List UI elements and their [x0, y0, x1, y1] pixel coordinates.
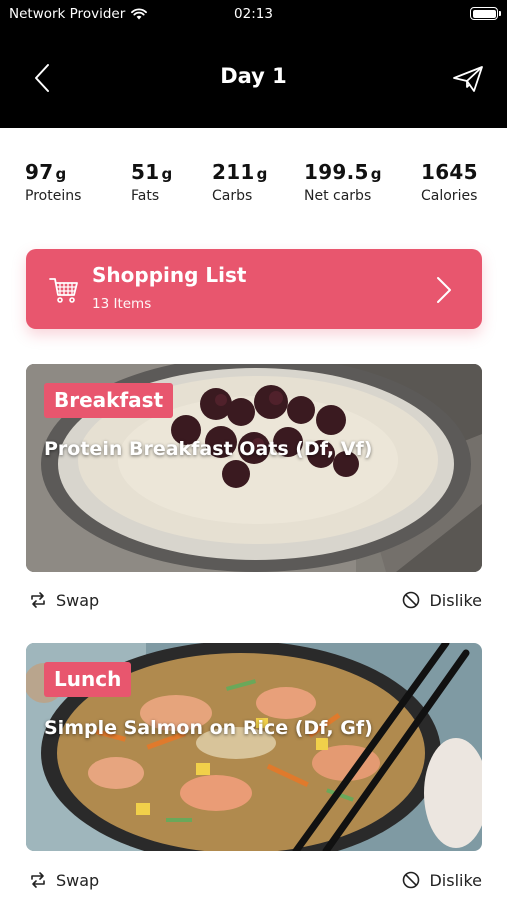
macro-value: 199.5	[304, 160, 369, 184]
meal-tag: Lunch	[44, 662, 132, 697]
meal-card-lunch[interactable]: Lunch Simple Salmon on Rice (Df, Gf)	[26, 643, 482, 851]
swap-icon	[31, 872, 45, 888]
status-time: 02:13	[234, 6, 273, 22]
meal-card-breakfast[interactable]: Breakfast Protein Breakfast Oats (Df, Vf…	[26, 364, 482, 572]
macro-unit: g	[55, 165, 67, 183]
block-icon	[403, 591, 420, 609]
macro-value: 211	[212, 160, 255, 184]
nav-bar: Day 1	[0, 48, 507, 108]
swap-button[interactable]: Swap	[28, 870, 99, 890]
shopping-list-card[interactable]: Shopping List 13 Items	[26, 249, 482, 329]
swap-button[interactable]: Swap	[28, 590, 99, 610]
macro-unit: g	[161, 165, 173, 183]
macro-calories: 1645 Calories	[421, 160, 478, 204]
chevron-right-icon	[437, 277, 451, 303]
macro-value: 1645	[421, 160, 478, 184]
shopping-list-title: Shopping List	[92, 263, 247, 287]
dislike-button[interactable]: Dislike	[401, 870, 482, 890]
macro-unit: g	[256, 165, 268, 183]
page-title: Day 1	[220, 64, 287, 88]
macro-label: Carbs	[212, 188, 253, 204]
swap-label: Swap	[56, 870, 100, 890]
block-icon	[403, 871, 420, 889]
macro-label: Proteins	[25, 188, 82, 204]
meal-actions-lunch: Swap Dislike	[26, 870, 482, 900]
swap-label: Swap	[56, 590, 100, 610]
battery-icon	[470, 7, 501, 20]
macro-value: 51	[131, 160, 160, 184]
meal-title: Protein Breakfast Oats (Df, Vf)	[44, 438, 373, 460]
macro-fats: 51 g Fats	[131, 160, 172, 204]
macro-label: Calories	[421, 188, 478, 204]
meal-tag: Breakfast	[44, 383, 174, 418]
macros-summary: 97 g Proteins 51 g Fats 211 g Carbs 199.5 g …	[25, 160, 483, 212]
top-bar: Network Provider 02:13 Day 1	[0, 0, 507, 128]
macro-label: Fats	[131, 188, 160, 204]
status-bar: Network Provider 02:13	[0, 0, 507, 28]
macro-proteins: 97 g Proteins	[25, 160, 81, 204]
share-button[interactable]	[451, 62, 485, 96]
macro-carbs: 211 g Carbs	[212, 160, 268, 204]
macro-net-carbs: 199.5 g Net carbs	[304, 160, 382, 204]
dislike-label: Dislike	[429, 590, 482, 610]
dislike-label: Dislike	[429, 870, 482, 890]
shopping-cart-icon	[49, 278, 78, 303]
macro-value: 97	[25, 160, 54, 184]
send-icon	[453, 66, 483, 92]
macro-label: Net carbs	[304, 188, 372, 204]
shopping-list-count: 13 Items	[92, 296, 152, 312]
swap-icon	[31, 592, 45, 608]
meal-actions-breakfast: Swap Dislike	[26, 590, 482, 620]
macro-unit: g	[370, 165, 382, 183]
dislike-button[interactable]: Dislike	[401, 590, 482, 610]
meal-title: Simple Salmon on Rice (Df, Gf)	[44, 717, 373, 739]
